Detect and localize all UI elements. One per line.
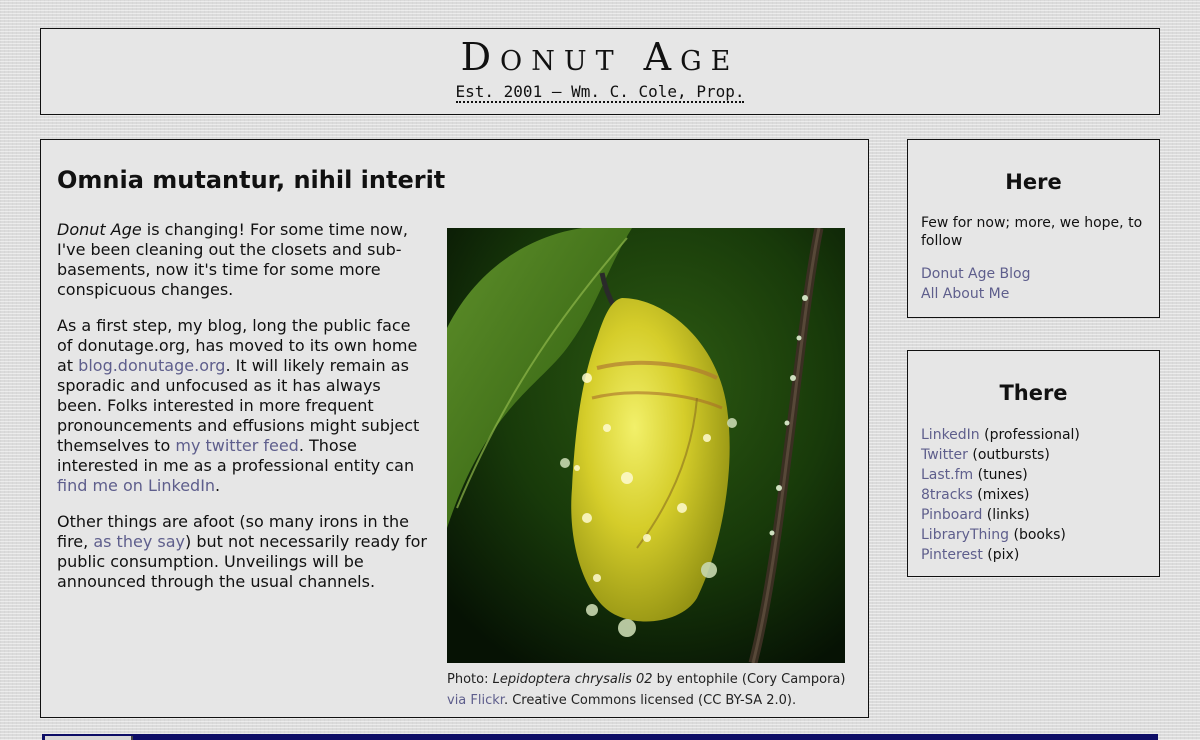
list-item: Twitter (outbursts) (921, 445, 1146, 465)
photo-caption: Photo: Lepidoptera chrysalis 02 by entop… (447, 669, 847, 711)
masthead: Donut Age Est. 2001 — Wm. C. Cole, Prop. (40, 28, 1160, 115)
as-they-say-link[interactable]: as they say (93, 532, 185, 551)
caption-text: by entophile (Cory Campora) (652, 672, 846, 687)
linkedin-profile-link[interactable]: LinkedIn (921, 427, 980, 443)
8tracks-link[interactable]: 8tracks (921, 487, 973, 503)
caption-text: . Creative Commons licensed (CC BY-SA 2.… (503, 693, 797, 708)
list-item: Pinterest (pix) (921, 545, 1146, 565)
post-paragraph: As a first step, my blog, long the publi… (57, 316, 429, 496)
site-title: Donut Age (460, 35, 740, 79)
site-name-emphasis: Donut Age (57, 220, 142, 239)
list-item: 8tracks (mixes) (921, 485, 1146, 505)
bottom-bar (42, 734, 1158, 740)
link-note: (pix) (982, 547, 1020, 563)
sidebar-here-links: Donut Age Blog All About Me (921, 264, 1146, 304)
post-paragraph: Other things are afoot (so many irons in… (57, 512, 429, 592)
list-item: Pinboard (links) (921, 505, 1146, 525)
post-body: Donut Age is changing! For some time now… (57, 220, 429, 608)
link-note: (tunes) (973, 467, 1028, 483)
list-item: Last.fm (tunes) (921, 465, 1146, 485)
bottom-bar-tab (45, 736, 133, 740)
link-note: (links) (982, 507, 1030, 523)
sidebar-there-links: LinkedIn (professional) Twitter (outburs… (921, 425, 1146, 565)
blog-link[interactable]: blog.donutage.org (78, 356, 225, 375)
sidebar-here-title: Here (1005, 170, 1062, 194)
link-note: (professional) (979, 427, 1080, 443)
paragraph-text: . (215, 476, 221, 495)
list-item: LibraryThing (books) (921, 525, 1146, 545)
lastfm-link[interactable]: Last.fm (921, 467, 973, 483)
librarything-link[interactable]: LibraryThing (921, 527, 1009, 543)
main-content: Omnia mutantur, nihil interit Donut Age … (40, 139, 869, 718)
link-note: (outbursts) (967, 447, 1050, 463)
sidebar-there: There LinkedIn (professional) Twitter (o… (907, 350, 1160, 577)
post-title: Omnia mutantur, nihil interit (57, 166, 446, 194)
post-paragraph: Donut Age is changing! For some time now… (57, 220, 429, 300)
list-item: LinkedIn (professional) (921, 425, 1146, 445)
sidebar-there-title: There (999, 381, 1068, 405)
flickr-link[interactable]: via Flickr (447, 693, 504, 708)
pinboard-link[interactable]: Pinboard (921, 507, 982, 523)
chrysalis-photo (447, 228, 845, 663)
photo-figure: Photo: Lepidoptera chrysalis 02 by entop… (447, 228, 847, 711)
caption-text: Photo: (447, 672, 493, 687)
pinterest-link[interactable]: Pinterest (921, 547, 983, 563)
donut-age-blog-link[interactable]: Donut Age Blog (921, 266, 1031, 282)
sidebar-here-text: Few for now; more, we hope, to follow (921, 215, 1143, 249)
link-note: (books) (1009, 527, 1066, 543)
caption-photo-title: Lepidoptera chrysalis 02 (492, 672, 653, 687)
twitter-feed-link[interactable]: my twitter feed (175, 436, 298, 455)
all-about-me-link[interactable]: All About Me (921, 286, 1009, 302)
linkedin-link[interactable]: find me on LinkedIn (57, 476, 215, 495)
twitter-link[interactable]: Twitter (921, 447, 968, 463)
sidebar-here: Here Few for now; more, we hope, to foll… (907, 139, 1160, 318)
link-note: (mixes) (972, 487, 1030, 503)
site-subtitle: Est. 2001 — Wm. C. Cole, Prop. (455, 82, 745, 103)
